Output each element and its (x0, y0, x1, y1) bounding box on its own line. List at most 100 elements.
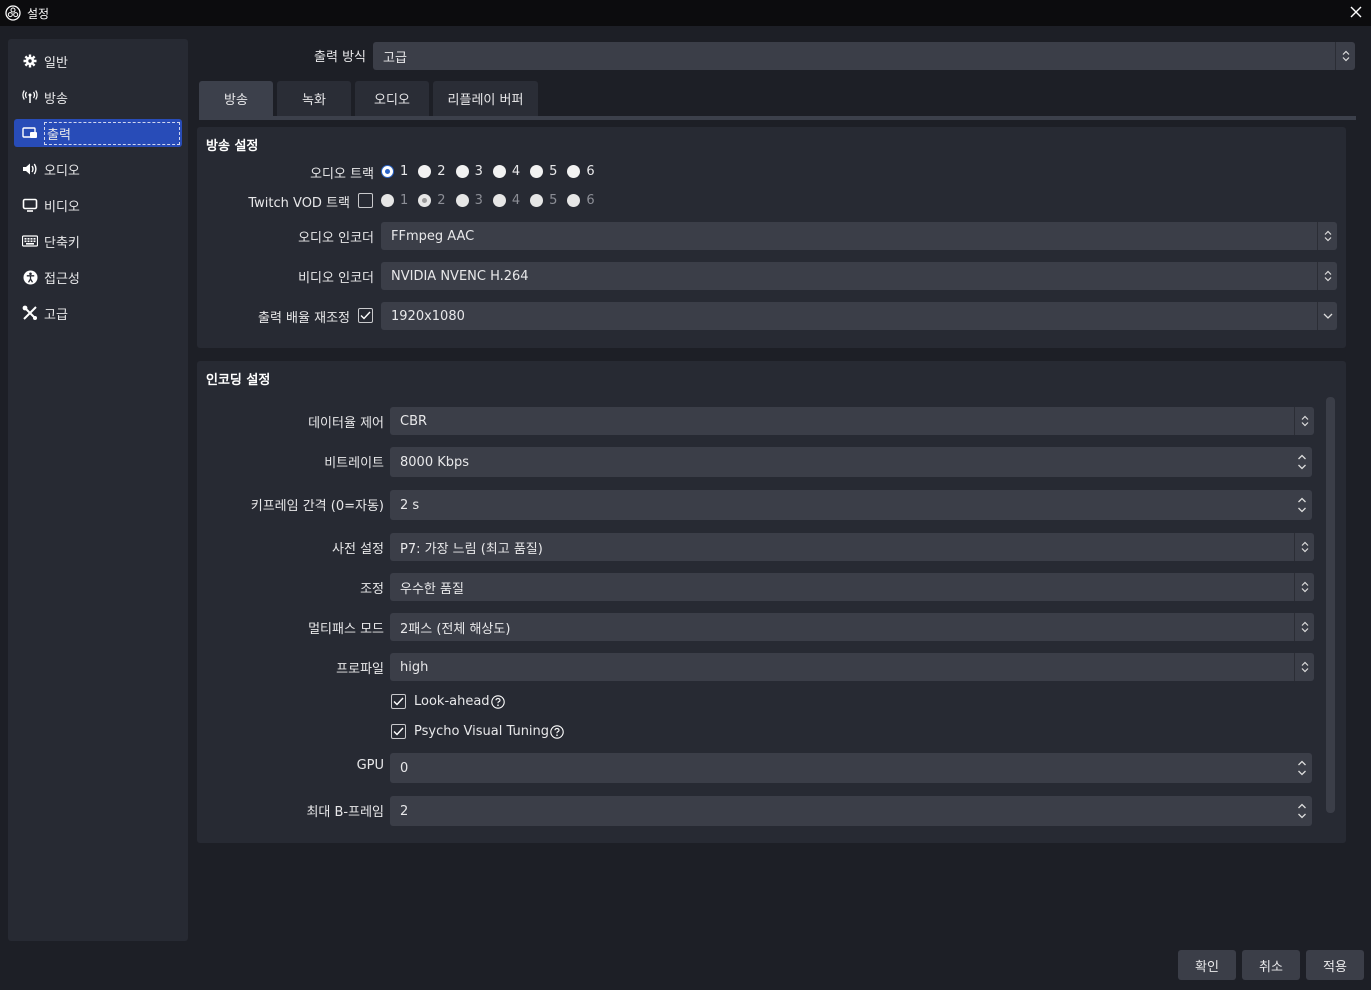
bitrate-label: 비트레이트 (324, 456, 384, 471)
sidebar-item-accessibility[interactable]: 접근성 (14, 263, 182, 291)
updown-arrows-icon (1335, 42, 1355, 70)
sidebar-item-video[interactable]: 비디오 (14, 191, 182, 219)
video-encoder-value: NVIDIA NVENC H.264 (391, 268, 529, 284)
tuning-label: 조정 (360, 582, 384, 597)
max-bframes-value[interactable]: 2 (400, 804, 408, 819)
updown-arrows-icon (1294, 573, 1314, 601)
output-mode-value: 고급 (383, 50, 407, 66)
updown-arrows-icon (1294, 613, 1314, 641)
audio-encoder-select[interactable]: FFmpeg AAC (381, 222, 1337, 250)
spin-arrows-icon[interactable] (1292, 753, 1312, 783)
accessibility-icon (22, 269, 38, 285)
rescale-checkbox[interactable] (358, 308, 373, 323)
twitch-vod-label: Twitch VOD 트랙 (248, 196, 350, 211)
ok-button[interactable]: 확인 (1178, 950, 1236, 980)
updown-arrows-icon (1294, 533, 1314, 561)
twitch-track-radio-3: 3 (455, 193, 483, 208)
audio-track-radio-1[interactable]: 1 (381, 164, 408, 179)
sidebar-item-label: 출력 (44, 121, 180, 145)
gpu-spinbox[interactable]: 0 (390, 753, 1312, 783)
sidebar-item-label: 일반 (44, 55, 68, 71)
keyframe-interval-value[interactable]: 2 s (400, 498, 419, 513)
sidebar-item-label: 접근성 (44, 271, 80, 287)
tab-underline (199, 116, 1356, 120)
audio-track-radio-3[interactable]: 3 (455, 164, 483, 179)
audio-encoder-value: FFmpeg AAC (391, 228, 475, 244)
keyframe-interval-label: 키프레임 간격 (0=자동) (250, 499, 384, 514)
audio-track-radio-6[interactable]: 6 (567, 164, 595, 179)
tab-recording[interactable]: 녹화 (277, 81, 351, 116)
tuning-select[interactable]: 우수한 품질 (390, 573, 1314, 601)
twitch-track-radio-1: 1 (381, 193, 408, 208)
profile-label: 프로파일 (336, 662, 384, 677)
chevron-down-icon (1317, 302, 1337, 330)
output-mode-label: 출력 방식 (314, 50, 366, 65)
sidebar-item-label: 방송 (44, 91, 68, 107)
psycho-visual-checkbox[interactable] (391, 724, 406, 739)
cancel-button[interactable]: 취소 (1242, 950, 1300, 980)
settings-sidebar: 일반 방송 출력 오디오 비디오 단축키 접근성 고급 (8, 39, 188, 941)
video-encoder-select[interactable]: NVIDIA NVENC H.264 (381, 262, 1337, 290)
twitch-vod-checkbox[interactable] (358, 193, 373, 208)
spin-arrows-icon[interactable] (1292, 447, 1312, 477)
multipass-value: 2패스 (전체 해상도) (400, 621, 511, 637)
keyframe-interval-spinbox[interactable]: 2 s (390, 490, 1312, 520)
tuning-value: 우수한 품질 (400, 581, 464, 597)
audio-track-radio-2[interactable]: 2 (418, 164, 446, 179)
sidebar-item-general[interactable]: 일반 (14, 47, 182, 75)
sidebar-item-output[interactable]: 출력 (14, 119, 182, 147)
multipass-label: 멀티패스 모드 (308, 622, 384, 637)
rate-control-label: 데이터율 제어 (308, 416, 384, 431)
spin-arrows-icon[interactable] (1292, 490, 1312, 520)
help-icon[interactable] (490, 694, 505, 709)
tab-replay-buffer[interactable]: 리플레이 버퍼 (433, 81, 538, 116)
close-icon[interactable] (1347, 3, 1365, 21)
apply-button[interactable]: 적용 (1306, 950, 1364, 980)
help-icon[interactable] (550, 724, 564, 739)
output-mode-select[interactable]: 고급 (373, 42, 1355, 70)
sidebar-item-label: 비디오 (44, 199, 80, 215)
audio-track-radio-5[interactable]: 5 (530, 164, 557, 179)
speaker-icon (22, 161, 38, 177)
gpu-value[interactable]: 0 (400, 761, 408, 776)
twitch-track-radio-4: 4 (492, 193, 520, 208)
psycho-visual-label-row: Psycho Visual Tuning (414, 724, 564, 739)
sidebar-item-audio[interactable]: 오디오 (14, 155, 182, 183)
gpu-label: GPU (356, 758, 384, 773)
max-bframes-label: 최대 B-프레임 (306, 805, 384, 820)
preset-label: 사전 설정 (332, 542, 384, 557)
lookahead-label: Look-ahead (414, 694, 490, 709)
window-title: 설정 (27, 6, 50, 21)
twitch-track-radio-2: 2 (418, 193, 446, 208)
tab-stream[interactable]: 방송 (199, 81, 273, 116)
spin-arrows-icon[interactable] (1292, 796, 1312, 826)
preset-select[interactable]: P7: 가장 느림 (최고 품질) (390, 533, 1314, 561)
max-bframes-spinbox[interactable]: 2 (390, 796, 1312, 826)
broadcast-icon (22, 89, 38, 105)
audio-track-radios: 1 2 3 4 5 6 (381, 164, 605, 179)
updown-arrows-icon (1317, 222, 1337, 250)
title-bar: 설정 (0, 0, 1371, 26)
encoding-scrollbar[interactable] (1326, 397, 1335, 813)
keyboard-icon (22, 233, 38, 249)
rescale-value[interactable]: 1920x1080 (391, 309, 465, 324)
encoding-settings-title: 인코딩 설정 (206, 373, 271, 388)
sidebar-item-label: 오디오 (44, 163, 80, 179)
lookahead-checkbox[interactable] (391, 694, 406, 709)
audio-track-radio-4[interactable]: 4 (492, 164, 520, 179)
output-icon (22, 125, 38, 141)
bitrate-value[interactable]: 8000 Kbps (400, 455, 469, 470)
sidebar-item-hotkeys[interactable]: 단축키 (14, 227, 182, 255)
preset-value: P7: 가장 느림 (최고 품질) (400, 541, 543, 557)
tools-icon (22, 305, 38, 321)
rate-control-select[interactable]: CBR (390, 407, 1314, 435)
sidebar-item-stream[interactable]: 방송 (14, 83, 182, 111)
multipass-select[interactable]: 2패스 (전체 해상도) (390, 613, 1314, 641)
updown-arrows-icon (1317, 262, 1337, 290)
tab-audio[interactable]: 오디오 (355, 81, 429, 116)
profile-select[interactable]: high (390, 653, 1314, 681)
sidebar-item-label: 단축키 (44, 235, 80, 251)
rescale-resolution-combo[interactable]: 1920x1080 (381, 302, 1337, 330)
sidebar-item-advanced[interactable]: 고급 (14, 299, 182, 327)
bitrate-spinbox[interactable]: 8000 Kbps (390, 447, 1312, 477)
